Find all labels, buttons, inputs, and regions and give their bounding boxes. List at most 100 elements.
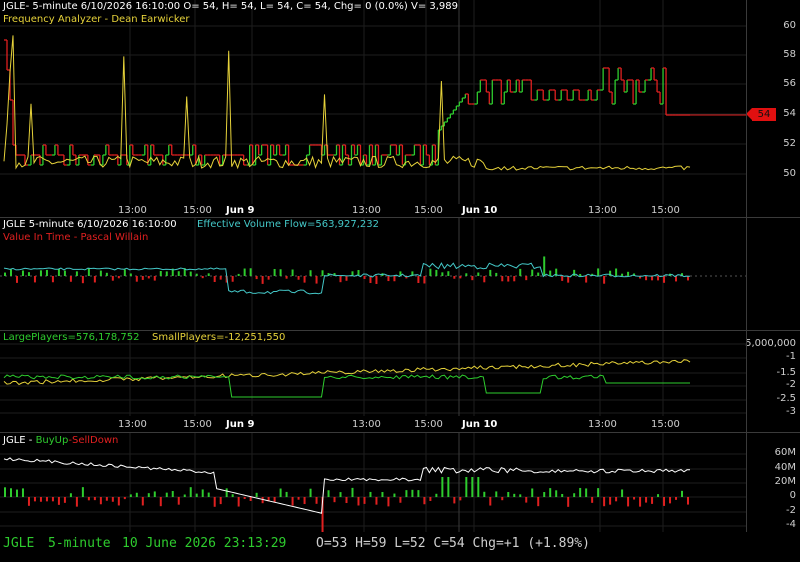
buy-sell-bar (687, 497, 690, 505)
buy-sell-bar (363, 497, 366, 504)
volume-bar (63, 270, 66, 276)
volume-bar (459, 276, 462, 279)
volume-bar (597, 268, 600, 276)
buy-sell-bar (177, 497, 180, 505)
price-chart[interactable] (0, 0, 746, 204)
time-tick: 15:00 (414, 419, 443, 430)
y-tick: -3 (786, 406, 796, 417)
buy-sell-bar (273, 497, 276, 503)
time-tick: Jun 9 (226, 419, 255, 430)
time-tick: 15:00 (651, 419, 680, 430)
buy-sell-bar (555, 490, 558, 497)
volume-bar (573, 269, 576, 276)
buy-sell-bar (513, 493, 516, 497)
volume-bar (267, 276, 270, 280)
volume-bar (483, 276, 486, 283)
buy-sell-bar (255, 492, 258, 497)
buy-sell-bar (4, 487, 6, 497)
players-panel[interactable]: LargePlayers=576,178,752 SmallPlayers=-1… (0, 331, 800, 417)
volume-bar (345, 276, 348, 281)
buy-sell-bar (117, 497, 120, 506)
volume-bar (519, 268, 522, 276)
price-header: JGLE- 5-minute 6/10/2026 16:10:00 O= 54,… (3, 1, 459, 12)
y-tick: 54 (783, 108, 796, 119)
volume-bar (9, 269, 12, 276)
time-axis-top: 13:00 15:00 Jun 9 13:00 15:00 Jun 10 13:… (0, 204, 800, 218)
volume-bar (525, 276, 528, 281)
buyup-text: BuyUp (35, 435, 69, 446)
status-interval: 5-minute (48, 536, 111, 551)
y-tick: -1 (786, 351, 796, 362)
buy-sell-bar (615, 497, 618, 502)
buy-sell-bar (75, 497, 78, 507)
status-datetime: 10 June 2026 23:13:29 (122, 536, 287, 551)
volume-bar (645, 276, 648, 281)
buy-sell-bar (123, 497, 126, 500)
buy-sell-bar (333, 497, 336, 503)
volume-bar (153, 276, 156, 281)
time-tick: 15:00 (414, 205, 443, 216)
buy-sell-bar (453, 497, 456, 504)
volume-bar (315, 276, 318, 284)
volume-bar (105, 272, 108, 276)
buyup-selldown-panel[interactable]: JGLE - BuyUp-SellDown 60M 40M 20M 0 -2 -… (0, 433, 800, 532)
volume-bar (111, 276, 114, 281)
buyup-selldown-chart[interactable] (0, 433, 746, 532)
axis-divider (746, 0, 747, 532)
buy-sell-bar (297, 497, 300, 500)
buy-sell-bar (645, 497, 648, 503)
volume-bar (93, 276, 96, 283)
buy-sell-bar (339, 492, 342, 497)
volume-bar (339, 276, 342, 283)
volume-bar (219, 276, 222, 280)
buy-sell-bar (549, 488, 552, 497)
buy-sell-bar (489, 497, 492, 506)
buy-sell-bar (375, 497, 378, 505)
selldown-text: SellDown (71, 435, 119, 446)
buy-sell-bar (315, 497, 318, 504)
symbol-text: JGLE (3, 435, 26, 446)
buy-sell-bar (129, 494, 132, 497)
volume-bar (441, 272, 444, 276)
volume-bar (147, 276, 150, 279)
evf-panel[interactable]: JGLE 5-minute 6/10/2026 16:10:00 Effecti… (0, 218, 800, 330)
volume-bar (657, 276, 660, 281)
buy-sell-bar (393, 493, 396, 497)
volume-bar (87, 268, 90, 276)
buy-sell-bar (357, 497, 360, 506)
buy-sell-bar (561, 493, 564, 497)
buy-sell-bar (417, 490, 420, 497)
volume-bar (243, 268, 246, 276)
buy-sell-bar (525, 497, 528, 503)
evf-header: JGLE 5-minute 6/10/2026 16:10:00 (3, 219, 177, 230)
time-tick: 15:00 (651, 205, 680, 216)
buy-sell-bar (309, 488, 312, 497)
volume-bar (213, 276, 216, 282)
y-tick: -4 (786, 519, 796, 530)
volume-bar (471, 276, 474, 281)
buy-sell-bar (651, 497, 654, 504)
volume-bar (195, 273, 198, 276)
volume-bar (429, 268, 432, 276)
buyup-selldown-label: JGLE - BuyUp-SellDown (3, 435, 118, 447)
evf-value: Effective Volume Flow=563,927,232 (197, 219, 380, 230)
volume-bar (303, 276, 306, 283)
y-tick: 0 (789, 490, 796, 501)
volume-bar (507, 276, 510, 282)
buy-sell-bar (669, 497, 672, 504)
buy-sell-bar (483, 491, 486, 497)
buy-sell-bar (351, 487, 354, 497)
y-tick: 58 (783, 49, 796, 60)
volume-bar (27, 272, 30, 276)
volume-bar (585, 276, 588, 283)
buy-sell-bar (39, 497, 42, 502)
buy-sell-bar (69, 493, 72, 497)
buy-sell-bar (603, 497, 606, 507)
buy-sell-bar (519, 494, 522, 497)
volume-bar (321, 270, 324, 276)
volume-bar (291, 269, 294, 276)
volume-bar (21, 270, 24, 276)
y-tick: 5,000,000 (745, 338, 796, 349)
volume-bar (369, 276, 372, 284)
price-panel[interactable]: JGLE- 5-minute 6/10/2026 16:10:00 O= 54,… (0, 0, 800, 204)
